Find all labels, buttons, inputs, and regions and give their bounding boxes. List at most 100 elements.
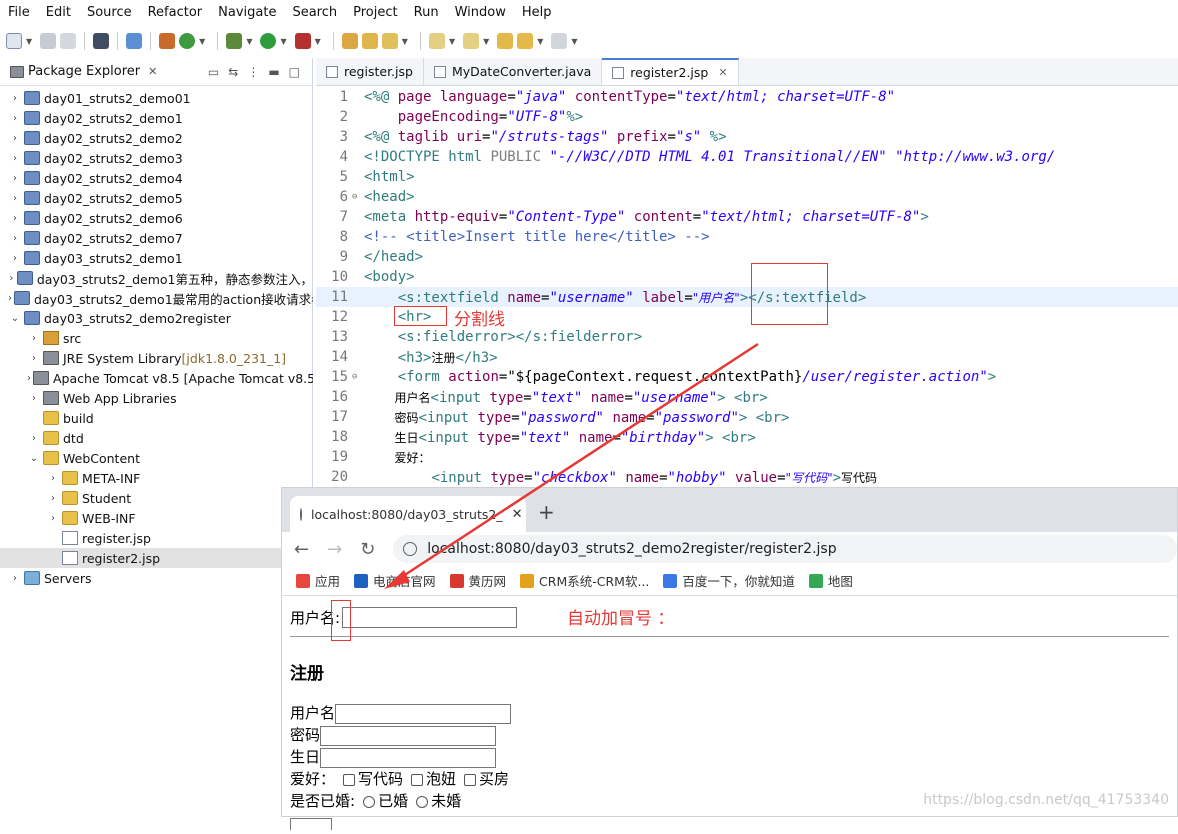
chevron-right-icon[interactable]: › bbox=[27, 353, 41, 364]
chevron-right-icon[interactable]: › bbox=[8, 193, 22, 204]
chevron-down-icon[interactable]: ▼ bbox=[483, 37, 489, 46]
chevron-down-icon[interactable]: ▼ bbox=[246, 37, 252, 46]
menu-refactor[interactable]: Refactor bbox=[140, 5, 211, 20]
link-editor-icon[interactable]: ⇆ bbox=[228, 65, 238, 79]
open-type-icon[interactable] bbox=[341, 33, 358, 49]
address-bar[interactable]: localhost:8080/day03_struts2_demo2regist… bbox=[393, 535, 1177, 563]
menu-source[interactable]: Source bbox=[79, 5, 140, 20]
package-explorer-title[interactable]: Package Explorer bbox=[28, 64, 140, 79]
chevron-right-icon[interactable]: › bbox=[46, 493, 60, 504]
collapse-all-icon[interactable]: ▭ bbox=[208, 65, 219, 79]
bookmark[interactable]: 百度一下，你就知道 bbox=[663, 571, 795, 590]
tree-item[interactable]: › Student bbox=[0, 488, 313, 508]
tree-item[interactable]: › day02_struts2_demo3 bbox=[0, 148, 313, 168]
chevron-down-icon[interactable]: ⌄ bbox=[8, 313, 22, 324]
chevron-down-icon[interactable]: ▼ bbox=[26, 37, 32, 46]
tree-item[interactable]: › Servers bbox=[0, 568, 313, 588]
last-edit-icon[interactable] bbox=[497, 33, 514, 49]
chevron-down-icon[interactable]: ▼ bbox=[280, 37, 286, 46]
tree-item[interactable]: register.jsp bbox=[0, 528, 313, 548]
tree-item[interactable]: › day02_struts2_demo4 bbox=[0, 168, 313, 188]
open-folder-icon[interactable] bbox=[361, 33, 378, 49]
close-tab-icon[interactable]: ✕ bbox=[512, 507, 523, 522]
chevron-right-icon[interactable]: › bbox=[27, 373, 31, 384]
chevron-right-icon[interactable]: › bbox=[8, 113, 22, 124]
married-radio[interactable] bbox=[363, 795, 376, 808]
tree-item[interactable]: › day02_struts2_demo5 bbox=[0, 188, 313, 208]
next-annotation-icon[interactable] bbox=[428, 33, 445, 49]
chevron-right-icon[interactable]: › bbox=[8, 273, 15, 284]
refresh-icon[interactable] bbox=[179, 33, 196, 49]
tree-item[interactable]: › day02_struts2_demo2 bbox=[0, 128, 313, 148]
chevron-right-icon[interactable]: › bbox=[27, 393, 41, 404]
chevron-right-icon[interactable]: › bbox=[8, 153, 22, 164]
chevron-right-icon[interactable]: › bbox=[27, 333, 41, 344]
new-icon[interactable] bbox=[6, 33, 22, 49]
forward-icon[interactable] bbox=[551, 33, 568, 49]
tree-item[interactable]: › Web App Libraries bbox=[0, 388, 313, 408]
bookmark[interactable]: 地图 bbox=[808, 571, 853, 590]
tree-item[interactable]: › Apache Tomcat v8.5 [Apache Tomcat v8.5 bbox=[0, 368, 313, 388]
editor-tab[interactable]: register.jsp bbox=[316, 58, 424, 85]
chevron-down-icon[interactable]: ▼ bbox=[449, 37, 455, 46]
tree-item[interactable]: ⌄ WebContent bbox=[0, 448, 313, 468]
fold-icon[interactable]: ⊖ bbox=[352, 192, 362, 202]
submit-button[interactable] bbox=[290, 817, 332, 830]
tree-item[interactable]: ⌄ day03_struts2_demo2register bbox=[0, 308, 313, 328]
menu-file[interactable]: File bbox=[0, 5, 38, 20]
tree-item[interactable]: › day02_struts2_demo6 bbox=[0, 208, 313, 228]
menu-help[interactable]: Help bbox=[514, 5, 560, 20]
maximize-icon[interactable]: □ bbox=[289, 65, 300, 79]
chevron-right-icon[interactable]: › bbox=[8, 133, 22, 144]
minimize-icon[interactable]: ▬ bbox=[268, 65, 279, 79]
back-arrow-icon[interactable]: ← bbox=[294, 539, 309, 560]
tree-item[interactable]: › day02_struts2_demo7 bbox=[0, 228, 313, 248]
editor-tab[interactable]: register2.jsp ✕ bbox=[602, 58, 739, 85]
skip-breakpoints-icon[interactable] bbox=[126, 33, 143, 49]
prev-annotation-icon[interactable] bbox=[463, 33, 480, 49]
chevron-down-icon[interactable]: ▼ bbox=[537, 37, 543, 46]
chevron-down-icon[interactable]: ▼ bbox=[315, 37, 321, 46]
username-input[interactable] bbox=[342, 606, 518, 628]
tree-item[interactable]: › src bbox=[0, 328, 313, 348]
info-icon[interactable] bbox=[403, 542, 418, 556]
menu-run[interactable]: Run bbox=[406, 5, 447, 20]
forward-arrow-icon[interactable]: → bbox=[327, 539, 342, 560]
close-tab-icon[interactable]: ✕ bbox=[718, 66, 727, 79]
chevron-down-icon[interactable]: ▼ bbox=[571, 37, 577, 46]
fold-icon[interactable]: ⊖ bbox=[352, 372, 362, 382]
back-icon[interactable] bbox=[517, 33, 534, 49]
external-tools-icon[interactable] bbox=[294, 33, 311, 49]
run-icon[interactable] bbox=[260, 33, 277, 49]
chevron-right-icon[interactable]: › bbox=[8, 293, 12, 304]
tree-item[interactable]: › day03_struts2_demo1最常用的action接收请求参 bbox=[0, 288, 313, 308]
tree-item[interactable]: register2.jsp bbox=[0, 548, 313, 568]
save-all-icon[interactable] bbox=[60, 33, 77, 49]
chevron-down-icon[interactable]: ⌄ bbox=[27, 453, 41, 464]
menu-window[interactable]: Window bbox=[447, 5, 514, 20]
chevron-down-icon[interactable]: ▼ bbox=[199, 37, 205, 46]
form-birthday-input[interactable] bbox=[320, 747, 497, 768]
menu-edit[interactable]: Edit bbox=[38, 5, 79, 20]
menu-project[interactable]: Project bbox=[345, 5, 405, 20]
tree-item[interactable]: build bbox=[0, 408, 313, 428]
bookmark[interactable]: 黄历网 bbox=[449, 571, 506, 590]
chevron-right-icon[interactable]: › bbox=[8, 253, 22, 264]
bookmark[interactable]: CRM系统-CRM软... bbox=[520, 571, 649, 590]
new-tab-icon[interactable]: + bbox=[538, 500, 555, 524]
pen-icon[interactable] bbox=[381, 33, 398, 49]
chevron-right-icon[interactable]: › bbox=[8, 173, 22, 184]
tree-item[interactable]: › day03_struts2_demo1第五种，静态参数注入， bbox=[0, 268, 313, 288]
chevron-down-icon[interactable]: ▼ bbox=[402, 37, 408, 46]
hobby-checkbox[interactable] bbox=[464, 773, 477, 786]
tree-item[interactable]: › day01_struts2_demo01 bbox=[0, 88, 313, 108]
debug-icon[interactable] bbox=[226, 33, 243, 49]
browser-tab[interactable]: localhost:8080/day03_struts2_ ✕ bbox=[290, 496, 526, 532]
married-radio[interactable] bbox=[416, 795, 429, 808]
form-password-input[interactable] bbox=[320, 725, 497, 746]
terminal-icon[interactable] bbox=[93, 33, 110, 49]
menu-search[interactable]: Search bbox=[284, 5, 345, 20]
view-menu-icon[interactable]: ⋮ bbox=[247, 65, 259, 79]
chevron-right-icon[interactable]: › bbox=[8, 233, 22, 244]
close-icon[interactable]: ✕ bbox=[148, 65, 157, 78]
